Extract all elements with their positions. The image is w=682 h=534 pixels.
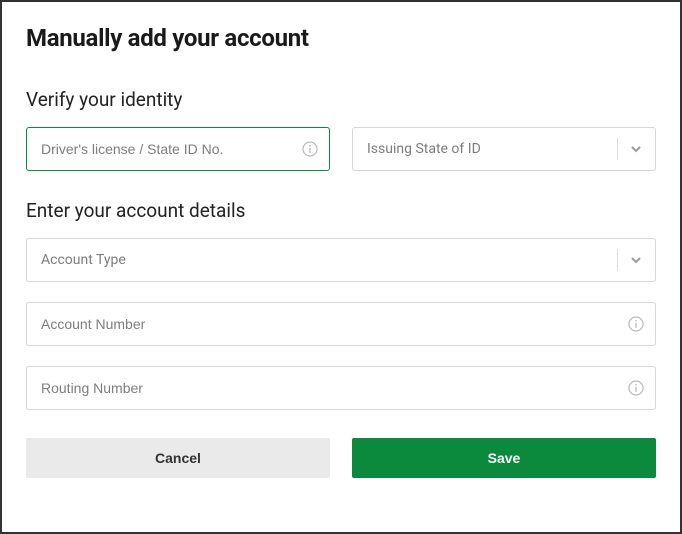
state-chevron-wrap: [617, 128, 655, 170]
account-type-chevron-wrap: [617, 239, 655, 281]
identity-row: Issuing State of ID: [26, 127, 656, 171]
account-number-field: [26, 302, 656, 346]
info-icon[interactable]: [302, 141, 318, 157]
identity-heading: Verify your identity: [26, 88, 656, 111]
routing-number-field: [26, 366, 656, 410]
info-icon[interactable]: [628, 380, 644, 396]
state-field: Issuing State of ID: [352, 127, 656, 171]
account-type-placeholder: Account Type: [41, 252, 126, 268]
info-icon[interactable]: [628, 316, 644, 332]
account-type-select[interactable]: Account Type: [26, 238, 656, 282]
page-title: Manually add your account: [26, 24, 656, 52]
license-field: [26, 127, 330, 171]
chevron-down-icon: [631, 255, 641, 265]
routing-number-input[interactable]: [26, 366, 656, 410]
account-number-input[interactable]: [26, 302, 656, 346]
save-button[interactable]: Save: [352, 438, 656, 478]
cancel-button[interactable]: Cancel: [26, 438, 330, 478]
button-row: Cancel Save: [26, 438, 656, 478]
account-heading: Enter your account details: [26, 199, 656, 222]
state-select[interactable]: Issuing State of ID: [352, 127, 656, 171]
chevron-down-icon: [631, 144, 641, 154]
license-input[interactable]: [26, 127, 330, 171]
account-type-field: Account Type: [26, 238, 656, 282]
state-select-placeholder: Issuing State of ID: [367, 141, 481, 157]
